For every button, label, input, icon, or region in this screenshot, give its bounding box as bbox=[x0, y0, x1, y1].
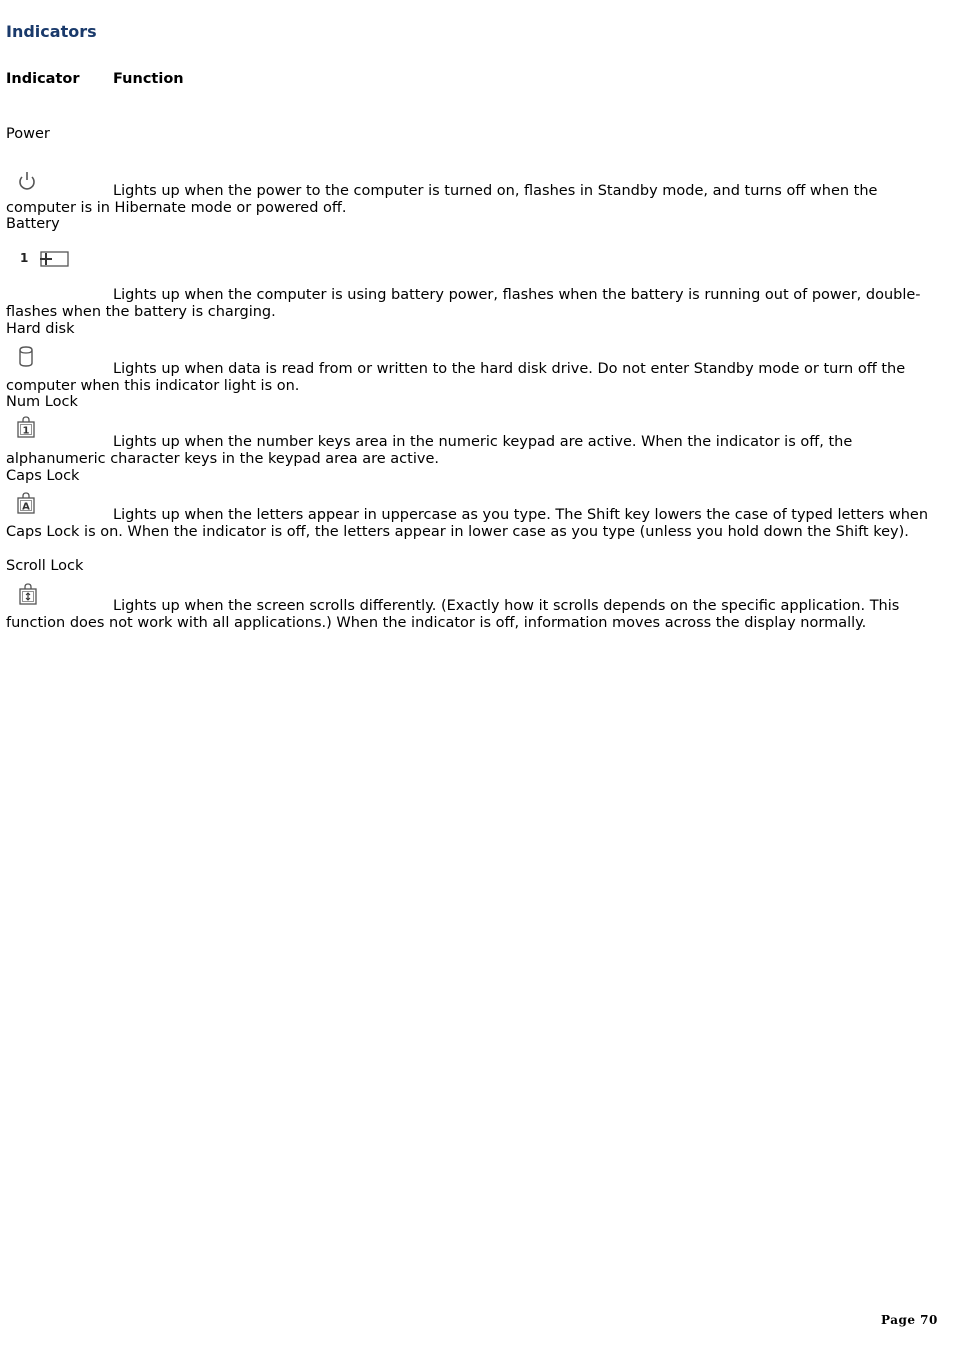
indicator-description-caps-lock: Lights up when the letters appear in upp… bbox=[6, 507, 929, 540]
indicator-description-power: Lights up when the power to the computer… bbox=[6, 183, 878, 216]
indicator-label-battery: Battery bbox=[6, 216, 60, 232]
indicator-label-scroll-lock: Scroll Lock bbox=[6, 558, 84, 574]
indicator-label-caps-lock: Caps Lock bbox=[6, 468, 80, 484]
column-header-function: Function bbox=[113, 71, 184, 87]
page-title: Indicators bbox=[6, 22, 97, 41]
battery-icon: 1 bbox=[16, 249, 76, 271]
indicator-label-num-lock: Num Lock bbox=[6, 394, 78, 410]
indicator-description-hard-disk: Lights up when data is read from or writ… bbox=[6, 361, 906, 394]
indicator-description-battery: Lights up when the computer is using bat… bbox=[6, 287, 921, 320]
indicator-description-scroll-lock: Lights up when the screen scrolls differ… bbox=[6, 598, 900, 631]
indicator-label-power: Power bbox=[6, 126, 50, 142]
svg-text:1: 1 bbox=[20, 251, 28, 265]
column-header-indicator: Indicator bbox=[6, 71, 80, 87]
indicator-label-hard-disk: Hard disk bbox=[6, 321, 75, 337]
page-number: Page 70 bbox=[881, 1313, 938, 1327]
indicator-description-num-lock: Lights up when the number keys area in t… bbox=[6, 434, 853, 467]
